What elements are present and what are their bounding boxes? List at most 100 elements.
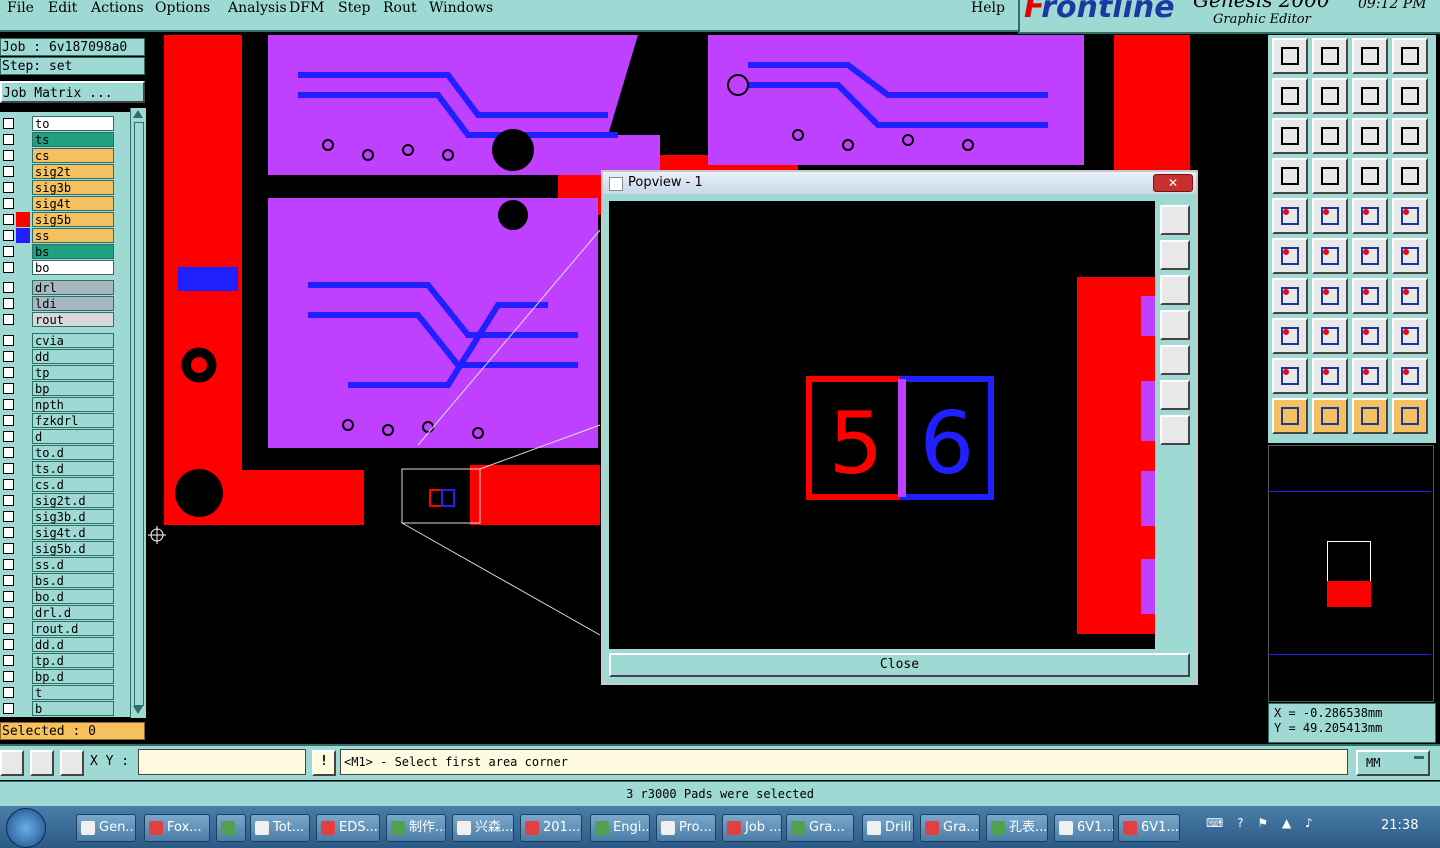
layer-row-sig5b[interactable]: sig5b bbox=[0, 212, 118, 227]
layer-row-bo[interactable]: bo bbox=[0, 260, 118, 275]
taskbar-item[interactable]: Fox... bbox=[144, 814, 210, 842]
taskbar-item[interactable]: 孔表... bbox=[986, 814, 1048, 842]
scale-1-2-icon[interactable] bbox=[1352, 118, 1388, 154]
layer-name[interactable]: tp.d bbox=[32, 653, 114, 668]
connect-nodes-icon[interactable] bbox=[1272, 238, 1308, 274]
layer-checkbox[interactable] bbox=[3, 639, 14, 650]
layer-checkbox[interactable] bbox=[3, 134, 14, 145]
layer-row-sig2t[interactable]: sig2t bbox=[0, 164, 118, 179]
layer-row-sig4t[interactable]: sig4t bbox=[0, 196, 118, 211]
layer-row-b[interactable]: b bbox=[0, 701, 118, 716]
layer-name[interactable]: sig4t.d bbox=[32, 525, 114, 540]
layer-row-sig2t-d[interactable]: sig2t.d bbox=[0, 493, 118, 508]
layer-name[interactable]: bo.d bbox=[32, 589, 114, 604]
layer-row-bp-d[interactable]: bp.d bbox=[0, 669, 118, 684]
layer-row-ts-d[interactable]: ts.d bbox=[0, 461, 118, 476]
slant-line-icon[interactable] bbox=[1312, 278, 1348, 314]
layer-name[interactable]: cs.d bbox=[32, 477, 114, 492]
zoom-center-icon[interactable] bbox=[1312, 118, 1348, 154]
mountain-b-icon[interactable] bbox=[1312, 358, 1348, 394]
layer-name[interactable]: sig5b.d bbox=[32, 541, 114, 556]
layer-row-tp-d[interactable]: tp.d bbox=[0, 653, 118, 668]
layer-name[interactable]: t bbox=[32, 685, 114, 700]
layer-row-sig3b-d[interactable]: sig3b.d bbox=[0, 509, 118, 524]
pad-select-icon[interactable] bbox=[1272, 318, 1308, 354]
layer-checkbox[interactable] bbox=[3, 262, 14, 273]
menu-edit[interactable]: Edit bbox=[48, 0, 77, 16]
layer-checkbox[interactable] bbox=[3, 198, 14, 209]
taskbar-item[interactable]: Gra... bbox=[786, 814, 854, 842]
layer-name[interactable]: cvia bbox=[32, 333, 114, 348]
taskbar-item[interactable]: Tot... bbox=[250, 814, 310, 842]
menu-actions[interactable]: Actions bbox=[91, 0, 144, 16]
zoom-extents-icon[interactable] bbox=[1272, 118, 1308, 154]
layer-name[interactable]: fzkdrl bbox=[32, 413, 114, 428]
pan-left-icon[interactable] bbox=[1272, 78, 1308, 114]
layer-row-drl[interactable]: drl bbox=[0, 280, 118, 295]
xy-input[interactable] bbox=[138, 749, 306, 775]
layer-checkbox[interactable] bbox=[3, 703, 14, 714]
layer-name[interactable]: sig3b.d bbox=[32, 509, 114, 524]
layer-name[interactable]: tp bbox=[32, 365, 114, 380]
scroll-thumb[interactable] bbox=[134, 122, 144, 706]
layer-row-sig4t-d[interactable]: sig4t.d bbox=[0, 525, 118, 540]
layer-scrollbar[interactable] bbox=[130, 108, 146, 718]
layer-row-ss-d[interactable]: ss.d bbox=[0, 557, 118, 572]
taskbar-item[interactable]: Engi... bbox=[590, 814, 650, 842]
layer-checkbox[interactable] bbox=[3, 399, 14, 410]
flag-icon[interactable]: ⚑ bbox=[1257, 816, 1268, 830]
layer-name[interactable]: rout bbox=[32, 312, 114, 327]
layer-row-cvia[interactable]: cvia bbox=[0, 333, 118, 348]
layer-row-sig5b-d[interactable]: sig5b.d bbox=[0, 541, 118, 556]
taskbar-item[interactable] bbox=[216, 814, 246, 842]
menu-rout[interactable]: Rout bbox=[383, 0, 417, 16]
layer-checkbox[interactable] bbox=[3, 463, 14, 474]
layer-row-to-d[interactable]: to.d bbox=[0, 445, 118, 460]
layer-name[interactable]: sig5b bbox=[32, 212, 114, 227]
layer-name[interactable]: bo bbox=[32, 260, 114, 275]
menu-file[interactable]: File bbox=[7, 0, 34, 16]
net-select-icon[interactable] bbox=[1352, 158, 1388, 194]
layer-name[interactable]: b bbox=[32, 701, 114, 716]
route-line-icon[interactable] bbox=[1392, 238, 1428, 274]
layer-name[interactable]: sig4t bbox=[32, 196, 114, 211]
popview-pan-up-icon[interactable] bbox=[1160, 240, 1190, 270]
menu-windows[interactable]: Windows bbox=[429, 0, 493, 16]
popview-zoom-out-icon[interactable] bbox=[1160, 415, 1190, 445]
popview-pan-down-icon[interactable] bbox=[1160, 275, 1190, 305]
taskbar-item[interactable]: Gra... bbox=[920, 814, 980, 842]
layer-name[interactable]: npth bbox=[32, 397, 114, 412]
layer-checkbox[interactable] bbox=[3, 383, 14, 394]
layer-name[interactable]: ts.d bbox=[32, 461, 114, 476]
layer-checkbox[interactable] bbox=[3, 214, 14, 225]
layer-checkbox[interactable] bbox=[3, 415, 14, 426]
layer-checkbox[interactable] bbox=[3, 298, 14, 309]
popview-pan-right-icon[interactable] bbox=[1160, 345, 1190, 375]
layer-row-bs[interactable]: bs bbox=[0, 244, 118, 259]
pad-circle-icon[interactable] bbox=[1392, 198, 1428, 234]
layer-checkbox[interactable] bbox=[3, 282, 14, 293]
mountain-d-icon[interactable] bbox=[1392, 358, 1428, 394]
layer-name[interactable]: dd.d bbox=[32, 637, 114, 652]
select-net-icon[interactable] bbox=[1392, 398, 1428, 434]
minimap[interactable] bbox=[1268, 445, 1434, 702]
layer-name[interactable]: bp.d bbox=[32, 669, 114, 684]
layer-checkbox[interactable] bbox=[3, 431, 14, 442]
layer-row-bo-d[interactable]: bo.d bbox=[0, 589, 118, 604]
rotate-icon[interactable] bbox=[1352, 278, 1388, 314]
layer-checkbox[interactable] bbox=[3, 575, 14, 586]
layer-row-t[interactable]: t bbox=[0, 685, 118, 700]
menu-dfm[interactable]: DFM bbox=[289, 0, 324, 16]
taskbar-item[interactable]: Gen... bbox=[76, 814, 136, 842]
mountain-c-icon[interactable] bbox=[1352, 358, 1388, 394]
pan-right-icon[interactable] bbox=[1312, 78, 1348, 114]
scroll-up-icon[interactable] bbox=[133, 110, 143, 118]
layer-checkbox[interactable] bbox=[3, 118, 14, 129]
layer-checkbox[interactable] bbox=[3, 314, 14, 325]
taskbar-item[interactable]: 兴森... bbox=[452, 814, 514, 842]
ruler-icon[interactable] bbox=[1352, 198, 1388, 234]
keyboard-icon[interactable]: ⌨ bbox=[1206, 816, 1223, 830]
layer-name[interactable]: drl bbox=[32, 280, 114, 295]
layer-name[interactable]: ss bbox=[32, 228, 114, 243]
split-icon[interactable] bbox=[1392, 278, 1428, 314]
